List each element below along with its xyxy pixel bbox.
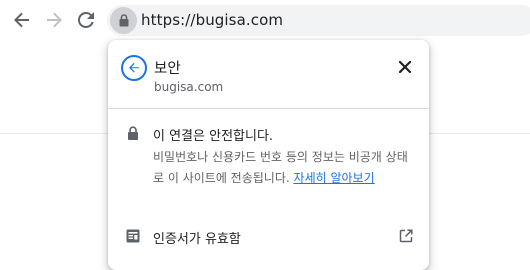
learn-more-link[interactable]: 자세히 알아보기	[294, 171, 375, 185]
connection-secure-title: 이 연결은 안전합니다.	[153, 129, 274, 144]
external-link-icon[interactable]	[399, 229, 413, 243]
back-arrow-icon	[14, 12, 29, 28]
close-icon	[399, 61, 411, 73]
forward-button[interactable]	[40, 6, 68, 34]
close-button[interactable]	[397, 59, 413, 75]
certificate-valid-button[interactable]: 인증서가 유효함	[153, 228, 241, 247]
reload-icon	[78, 12, 94, 28]
browser-toolbar: https://bugisa.com	[0, 0, 530, 40]
circle-back-arrow-icon	[129, 62, 139, 73]
site-info-button[interactable]	[110, 7, 137, 34]
popup-title: 보안	[154, 61, 181, 77]
site-info-popup: 보안 bugisa.com 이 연결은 안전합니다. 비밀번호나 신용카드 번호…	[108, 40, 429, 270]
lock-icon	[119, 14, 128, 27]
popup-subtitle: bugisa.com	[154, 80, 224, 94]
certificate-icon	[126, 229, 140, 243]
connection-secure-description: 비밀번호나 신용카드 번호 등의 정보는 비공개 상태로 이 사이트에 전송됩니…	[153, 147, 415, 189]
lock-icon	[128, 126, 138, 140]
reload-button[interactable]	[72, 6, 100, 34]
forward-arrow-icon	[47, 12, 62, 28]
back-button[interactable]	[8, 6, 36, 34]
popup-divider	[108, 108, 429, 109]
url-text[interactable]: https://bugisa.com	[141, 11, 283, 29]
popup-back-button[interactable]	[121, 55, 147, 81]
